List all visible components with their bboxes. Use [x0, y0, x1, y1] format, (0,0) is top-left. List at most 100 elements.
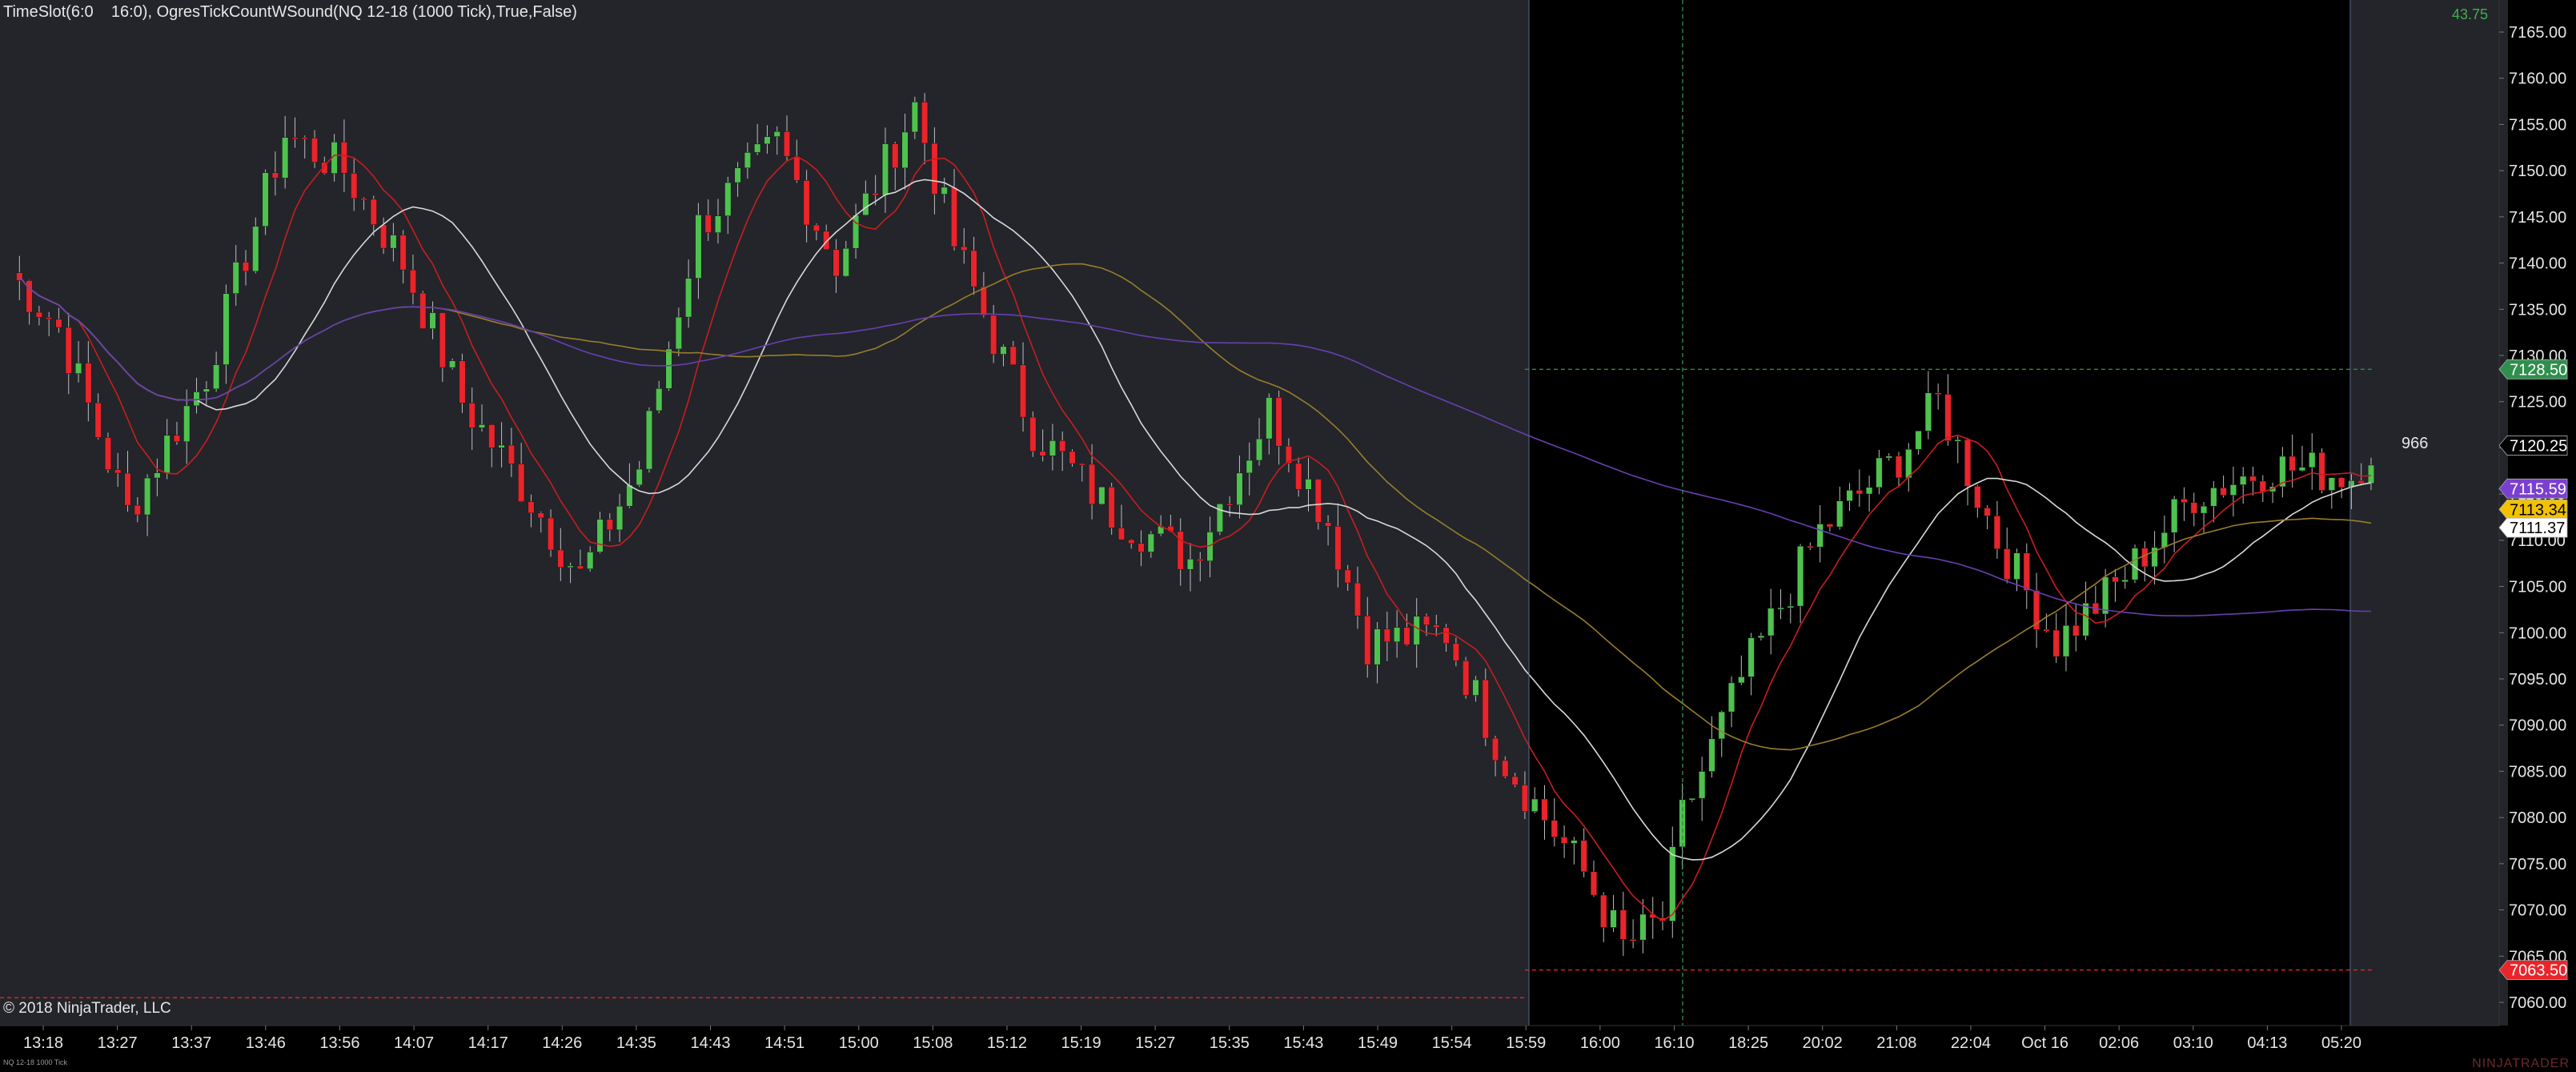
price-tick-label: 7090.00 [2509, 717, 2566, 735]
candle-body [2023, 552, 2030, 591]
candle-body [2131, 548, 2139, 580]
candle-body [1718, 711, 1725, 740]
candle-body [1639, 913, 1647, 941]
candle-body [734, 167, 741, 183]
candle-body [1757, 635, 1764, 638]
candle-body [1226, 504, 1234, 506]
candle-body [163, 435, 171, 473]
time-tick-label: 03:10 [2173, 1034, 2213, 1052]
candle-body [232, 262, 239, 294]
time-tick-label: 13:37 [171, 1034, 211, 1052]
candle-body [616, 505, 624, 531]
candle-body [1374, 628, 1381, 665]
candle [1029, 411, 1037, 457]
candle-body [2367, 464, 2375, 484]
candle-body [291, 137, 299, 139]
time-tick-label: 16:00 [1580, 1034, 1620, 1052]
time-tick-label: 14:17 [468, 1034, 508, 1052]
candle-body [557, 549, 564, 568]
candle-body [803, 180, 810, 226]
price-chart[interactable]: 7165.00 7160.00 7155.00 7150.00 7145.00 7140.… [0, 0, 2576, 1072]
price-tick-label: 7140.00 [2509, 255, 2566, 273]
candle-body [478, 424, 486, 428]
candle-body [1078, 463, 1085, 466]
price-axis[interactable]: 7165.00 7160.00 7155.00 7150.00 7145.00 7140.… [2498, 24, 2568, 1012]
candle-body [1059, 440, 1066, 452]
candle-body [2220, 488, 2227, 496]
candle-body [1334, 526, 1342, 571]
candle [104, 432, 111, 473]
candle-body [1846, 490, 1853, 502]
candle-body [1630, 939, 1637, 942]
time-tick-label: 15:54 [1432, 1034, 1472, 1052]
price-tick-label: 7145.00 [2509, 209, 2566, 227]
candle-body [783, 130, 791, 157]
time-tick-label: 21:08 [1876, 1034, 1916, 1052]
candle [419, 291, 427, 329]
candle-body [1394, 627, 1401, 642]
candle-body [970, 250, 977, 287]
price-marker: 7113.34 [2498, 499, 2568, 520]
candle-body [528, 501, 535, 514]
candle-body [2161, 532, 2168, 548]
candle-body [1787, 605, 1794, 608]
candle-body [399, 235, 407, 271]
candle-body [1984, 508, 1991, 516]
candle-body [1039, 451, 1046, 456]
candle-body [1472, 679, 1479, 696]
candle-body [1275, 397, 1282, 447]
price-tick-label: 7080.00 [2509, 809, 2566, 827]
candle-body [173, 435, 181, 443]
candle-body [1364, 615, 1371, 665]
candle-body [1049, 440, 1056, 456]
candle-body [390, 235, 397, 249]
candle-body [252, 226, 259, 272]
candle-body [2229, 484, 2237, 496]
time-tick-label: 16:10 [1654, 1034, 1694, 1052]
candle-body [2318, 452, 2325, 491]
candle-body [2141, 548, 2149, 568]
candle-body [744, 152, 751, 169]
candle-body [409, 269, 417, 294]
candle-body [124, 472, 131, 506]
time-tick-label: 18:25 [1728, 1034, 1768, 1052]
candle-body [1197, 559, 1204, 561]
candle-body [2289, 456, 2296, 472]
price-marker: 7120.25 [2498, 436, 2568, 456]
candle-body [1029, 416, 1037, 452]
candle-body [1383, 628, 1390, 642]
candle-body [1826, 524, 1834, 528]
candle-body [1482, 679, 1489, 739]
candle-body [911, 102, 918, 133]
candle-body [1305, 479, 1312, 490]
session-shading-morning [2350, 0, 2508, 1026]
candle-body [1452, 643, 1459, 661]
price-tick-label: 7125.00 [2509, 394, 2566, 412]
time-tick-label: 02:06 [2099, 1034, 2139, 1052]
candle-body [1354, 582, 1362, 616]
ticks-remaining-label: 966 [2401, 435, 2429, 452]
candle-body [498, 444, 505, 448]
time-tick-label: 15:43 [1283, 1034, 1323, 1052]
candle [262, 169, 269, 235]
candle-body [1069, 451, 1076, 464]
candle-body [2249, 476, 2257, 482]
candle-body [675, 316, 682, 350]
candle-body [459, 360, 466, 404]
candle-body [2013, 552, 2020, 580]
candle-body [576, 565, 584, 569]
candle-body [1797, 545, 1804, 607]
candle-body [193, 391, 200, 407]
candle-body [1255, 438, 1263, 461]
candle-body [833, 249, 840, 277]
candle-body [104, 437, 111, 470]
candle [2318, 448, 2325, 494]
time-tick-label: Oct 16 [2021, 1034, 2068, 1052]
candle-body [2181, 499, 2188, 503]
candle-body [1747, 637, 1755, 677]
candle-body [645, 410, 653, 470]
price-tick-label: 7060.00 [2509, 994, 2566, 1012]
time-tick-label: 14:07 [394, 1034, 434, 1052]
candle-body [508, 444, 515, 464]
candle-body [754, 143, 761, 153]
